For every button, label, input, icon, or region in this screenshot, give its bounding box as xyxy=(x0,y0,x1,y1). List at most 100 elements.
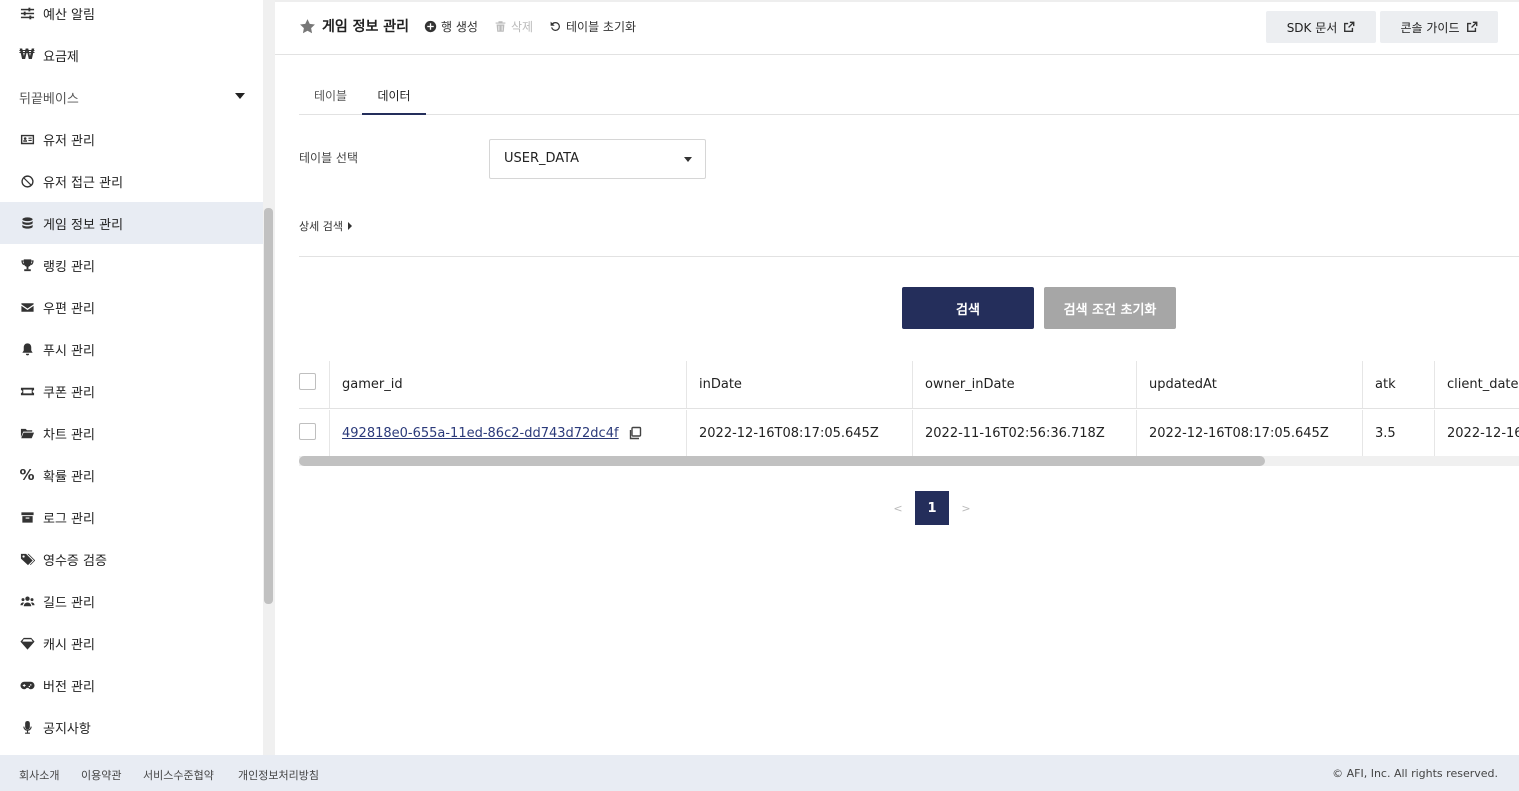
pagination: < 1 > xyxy=(888,491,976,525)
sidebar-item-label: 로그 관리 xyxy=(43,511,95,527)
tab-table[interactable]: 테이블 xyxy=(299,78,362,115)
undo-icon xyxy=(550,21,560,31)
sidebar-item-budget-alert[interactable]: 예산 알림 xyxy=(0,0,263,34)
sidebar-scrollbar-thumb[interactable] xyxy=(264,208,273,604)
sidebar-item-user-management[interactable]: 유저 관리 xyxy=(0,118,263,160)
sidebar-item-label: 푸시 관리 xyxy=(43,343,95,359)
sidebar-item-version[interactable]: 버전 관리 xyxy=(0,664,263,706)
sidebar: 예산 알림 ₩ 요금제 뒤끝베이스 유저 관리 유저 접근 관리 게임 정보 관… xyxy=(0,0,263,755)
table-select[interactable]: USER_DATA xyxy=(489,139,706,179)
reset-table-button[interactable]: 테이블 초기화 xyxy=(549,18,636,35)
users-icon xyxy=(19,593,35,609)
sidebar-item-label: 영수증 검증 xyxy=(43,553,107,569)
sidebar-item-guild[interactable]: 길드 관리 xyxy=(0,580,263,622)
sdk-doc-label: SDK 문서 xyxy=(1286,20,1338,35)
table-header-row: gamer_id inDate owner_inDate updatedAt a… xyxy=(299,361,1519,409)
sidebar-item-label: 공지사항 xyxy=(43,721,91,737)
sidebar-item-label: 쿠폰 관리 xyxy=(43,385,95,401)
search-button[interactable]: 검색 xyxy=(902,287,1034,329)
sidebar-section-backend-base[interactable]: 뒤끝베이스 xyxy=(0,76,263,118)
sliders-icon xyxy=(19,5,35,21)
next-page-button[interactable]: > xyxy=(956,502,976,515)
tags-icon xyxy=(19,551,35,567)
sidebar-item-label: 차트 관리 xyxy=(43,427,95,443)
column-header[interactable]: updatedAt xyxy=(1136,361,1362,408)
sdk-doc-button[interactable]: SDK 문서 xyxy=(1266,11,1376,43)
sidebar-item-push[interactable]: 푸시 관리 xyxy=(0,328,263,370)
row-checkbox[interactable] xyxy=(299,422,316,440)
sidebar-item-label: 유저 관리 xyxy=(43,133,95,149)
external-link-icon xyxy=(1344,21,1355,32)
star-icon[interactable] xyxy=(299,18,316,35)
reset-search-button[interactable]: 검색 조건 초기화 xyxy=(1044,287,1176,329)
sidebar-item-notice[interactable]: 공지사항 xyxy=(0,706,263,748)
reset-table-label: 테이블 초기화 xyxy=(566,20,637,34)
sidebar-item-user-access[interactable]: 유저 접근 관리 xyxy=(0,160,263,202)
sidebar-item-mail[interactable]: 우편 관리 xyxy=(0,286,263,328)
delete-button[interactable]: 삭제 xyxy=(494,18,533,35)
column-header[interactable]: atk xyxy=(1362,361,1434,408)
tab-bar: 테이블 데이터 xyxy=(299,78,1519,115)
header-checkbox-cell xyxy=(299,361,330,408)
column-header[interactable]: owner_inDate xyxy=(912,361,1136,408)
won-icon: ₩ xyxy=(19,47,35,63)
sidebar-item-ranking[interactable]: 랭킹 관리 xyxy=(0,244,263,286)
console-guide-button[interactable]: 콘솔 가이드 xyxy=(1380,11,1498,43)
table-scrollbar-thumb[interactable] xyxy=(299,456,1265,466)
id-card-icon xyxy=(19,131,35,147)
page-header: 게임 정보 관리 행 생성 삭제 테이블 초기화 SDK 문서 콘솔 가이드 xyxy=(275,2,1519,55)
column-header[interactable]: client_date xyxy=(1434,361,1519,408)
advanced-search-toggle[interactable]: 상세 검색 xyxy=(299,218,352,234)
sidebar-item-receipt[interactable]: 영수증 검증 xyxy=(0,538,263,580)
table-row: 492818e0-655a-11ed-86c2-dd743d72dc4f 202… xyxy=(299,410,1519,456)
sidebar-item-pricing[interactable]: ₩ 요금제 xyxy=(0,34,263,76)
console-guide-label: 콘솔 가이드 xyxy=(1400,20,1460,35)
caret-down-icon xyxy=(684,157,692,162)
sidebar-item-label: 우편 관리 xyxy=(43,301,95,317)
data-table: gamer_id inDate owner_inDate updatedAt a… xyxy=(299,361,1519,457)
trash-icon xyxy=(495,21,506,32)
column-header[interactable]: gamer_id xyxy=(330,361,687,408)
cell-atk: 3.5 xyxy=(1362,410,1434,456)
sidebar-item-label: 게임 정보 관리 xyxy=(43,217,124,233)
footer-link-terms[interactable]: 이용약관 xyxy=(81,767,121,783)
row-checkbox-cell xyxy=(299,410,330,456)
prev-page-button[interactable]: < xyxy=(888,502,908,515)
sidebar-item-coupon[interactable]: 쿠폰 관리 xyxy=(0,370,263,412)
sidebar-item-game-info[interactable]: 게임 정보 관리 xyxy=(0,202,263,244)
select-all-checkbox[interactable] xyxy=(299,373,316,390)
sidebar-item-probability[interactable]: % 확률 관리 xyxy=(0,454,263,496)
sidebar-item-label: 길드 관리 xyxy=(43,595,95,611)
gamer-id-link[interactable]: 492818e0-655a-11ed-86c2-dd743d72dc4f xyxy=(342,426,619,441)
ban-icon xyxy=(19,173,35,189)
footer: 회사소개 이용약관 서비스수준협약 개인정보처리방침 © AFI, Inc. A… xyxy=(0,755,1519,791)
tab-data[interactable]: 데이터 xyxy=(362,78,426,115)
advanced-search-label: 상세 검색 xyxy=(299,220,343,233)
column-header[interactable]: inDate xyxy=(686,361,912,408)
cell-updatedat: 2022-12-16T08:17:05.645Z xyxy=(1136,410,1362,456)
create-row-label: 행 생성 xyxy=(441,20,478,34)
page-title: 게임 정보 관리 xyxy=(299,16,409,36)
footer-copyright: © AFI, Inc. All rights reserved. xyxy=(1332,767,1498,780)
sidebar-section-label: 뒤끝베이스 xyxy=(19,91,79,107)
footer-link-sla[interactable]: 서비스수준협약 xyxy=(143,767,214,783)
divider xyxy=(299,256,1519,257)
cell-indate: 2022-12-16T08:17:05.645Z xyxy=(686,410,912,456)
ticket-icon xyxy=(19,383,35,399)
copy-icon[interactable] xyxy=(628,426,642,440)
sidebar-item-label: 요금제 xyxy=(43,49,79,65)
footer-link-privacy[interactable]: 개인정보처리방침 xyxy=(238,767,319,783)
footer-link-company[interactable]: 회사소개 xyxy=(19,767,59,783)
create-row-button[interactable]: 행 생성 xyxy=(424,18,478,35)
database-icon xyxy=(19,215,35,231)
sidebar-item-label: 캐시 관리 xyxy=(43,637,95,653)
sidebar-item-chart[interactable]: 차트 관리 xyxy=(0,412,263,454)
external-link-icon xyxy=(1466,21,1477,32)
sidebar-item-cash[interactable]: 캐시 관리 xyxy=(0,622,263,664)
caret-right-icon xyxy=(347,222,352,230)
archive-icon xyxy=(19,509,35,525)
caret-down-icon xyxy=(235,93,245,99)
page-number-button[interactable]: 1 xyxy=(915,491,949,525)
table-select-value: USER_DATA xyxy=(504,151,580,166)
sidebar-item-log[interactable]: 로그 관리 xyxy=(0,496,263,538)
